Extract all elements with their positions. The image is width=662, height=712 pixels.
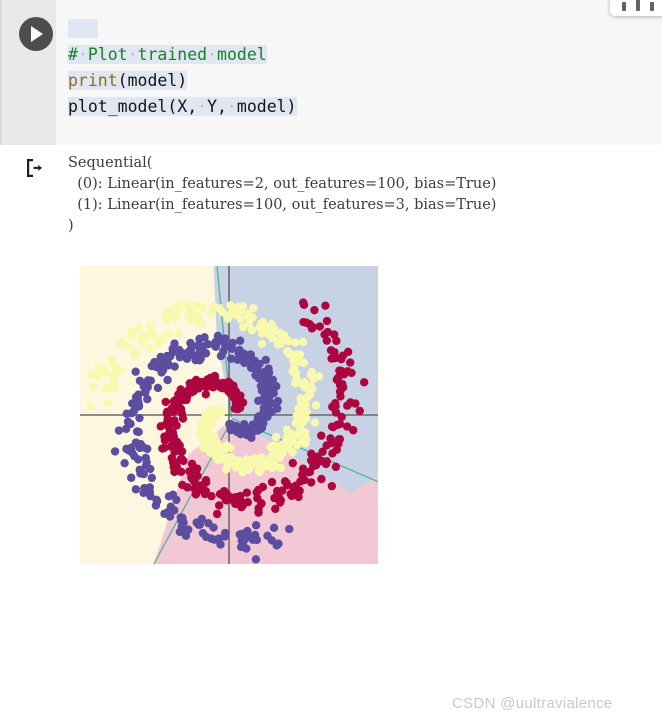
play-icon — [31, 26, 43, 42]
notebook-output-cell: Sequential( (0): Linear(in_features=2, o… — [0, 145, 662, 712]
code-selection: print(model) — [68, 71, 188, 90]
code-line — [68, 16, 662, 42]
code-cell-gutter — [0, 0, 56, 145]
spiral-classification-plot — [80, 266, 378, 564]
more-vert-icon[interactable] — [622, 2, 626, 11]
code-line: print(model) — [68, 68, 662, 94]
notebook-code-cell[interactable]: #·Plot·trained·model print(model) plot_m… — [0, 0, 662, 145]
delete-icon[interactable] — [650, 2, 654, 11]
plot-canvas — [80, 266, 378, 564]
code-selection — [68, 19, 98, 38]
code-selection: #·Plot·trained·model — [68, 45, 267, 64]
run-cell-button[interactable] — [19, 17, 53, 51]
code-line: plot_model(X,·Y,·model) — [68, 94, 662, 120]
csdn-watermark: CSDN @uultravialence — [452, 695, 613, 712]
output-arrow-icon — [27, 159, 42, 177]
link-icon[interactable] — [636, 0, 640, 11]
code-selection: plot_model(X,·Y,·model) — [68, 97, 297, 116]
cell-toolbar[interactable] — [610, 0, 662, 16]
code-editor[interactable]: #·Plot·trained·model print(model) plot_m… — [56, 0, 662, 145]
code-line: #·Plot·trained·model — [68, 42, 662, 68]
model-summary-output: Sequential( (0): Linear(in_features=2, o… — [68, 155, 497, 234]
